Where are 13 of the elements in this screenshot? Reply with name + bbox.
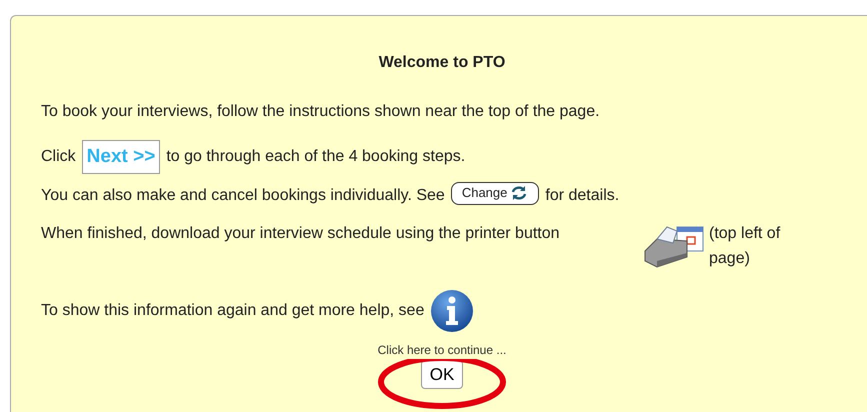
instruction-text: Click	[41, 147, 76, 167]
instruction-text: To book your interviews, follow the instructions shown near the top of the page.	[41, 102, 600, 122]
instruction-text: You can also make and cancel bookings individually. See	[41, 186, 445, 206]
instruction-text: When finished, download your interview schedule using the printer button	[41, 224, 561, 244]
dialog-title: Welcome to PTO	[378, 53, 506, 73]
instruction-text: to go through each of the 4 booking steps.	[166, 147, 466, 167]
change-button[interactable]: Change	[450, 182, 540, 204]
refresh-icon	[510, 185, 528, 201]
note-text: (top left of page)	[709, 224, 782, 269]
instruction-text: for details.	[545, 186, 620, 206]
ok-button[interactable]: OK	[420, 360, 464, 389]
instruction-text: To show this information again and get more help, see	[41, 301, 424, 321]
info-icon[interactable]	[430, 289, 474, 333]
